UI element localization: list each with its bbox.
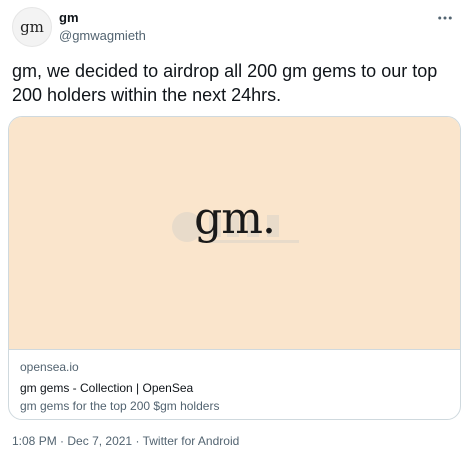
link-card[interactable]: gm. opensea.io gm gems - Collection | Op… (8, 116, 461, 420)
tweet-source[interactable]: Twitter for Android (143, 434, 240, 448)
tweet-date[interactable]: Dec 7, 2021 (67, 434, 132, 448)
ellipsis-icon (438, 16, 452, 20)
tweet: gm gm @gmwagmieth gm, we decided to aird… (0, 0, 471, 456)
footer-separator: · (135, 434, 140, 448)
avatar-text: gm (20, 18, 44, 36)
card-description: gm gems for the top 200 $gm holders (20, 399, 220, 413)
display-name[interactable]: gm (59, 10, 146, 26)
tweet-text: gm, we decided to airdrop all 200 gm gem… (12, 61, 438, 105)
footer-separator: · (60, 434, 65, 448)
card-domain: opensea.io (20, 360, 79, 374)
card-image: gm. (9, 117, 460, 350)
author-block: gm @gmwagmieth (59, 10, 146, 44)
card-title: gm gems - Collection | OpenSea (20, 381, 194, 395)
avatar[interactable]: gm (12, 7, 52, 47)
more-options-button[interactable] (433, 6, 457, 30)
user-handle[interactable]: @gmwagmieth (59, 27, 146, 44)
card-image-logo-text: gm. (194, 193, 276, 244)
tweet-footer: 1:08 PM · Dec 7, 2021 · Twitter for Andr… (12, 433, 239, 449)
card-meta: opensea.io gm gems - Collection | OpenSe… (20, 359, 450, 415)
tweet-time[interactable]: 1:08 PM (12, 434, 57, 448)
